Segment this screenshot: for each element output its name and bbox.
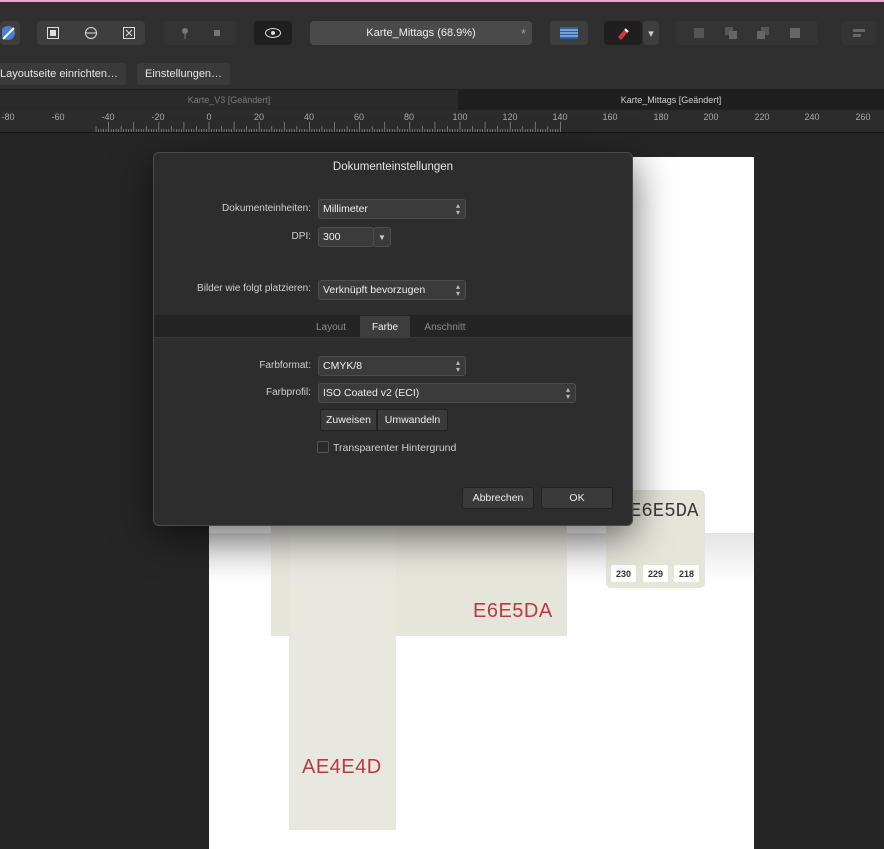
tab-anschnitt[interactable]: Anschnitt xyxy=(416,316,474,338)
rgb-green-value: 229 xyxy=(643,565,668,582)
dpi-label: DPI: xyxy=(291,231,311,242)
ruler-label: 20 xyxy=(253,112,265,122)
pin-icon[interactable] xyxy=(180,27,190,39)
ruler-label: 140 xyxy=(552,112,568,122)
move-forward-icon[interactable] xyxy=(756,26,770,40)
units-select[interactable]: Millimeter ▴ ▾ xyxy=(318,199,466,219)
preview-mode-icon[interactable] xyxy=(254,21,292,45)
context-toolbar: Layoutseite einrichten… Einstellungen… xyxy=(0,60,884,90)
stepper-icon: ▴ ▾ xyxy=(455,282,460,298)
ruler-label: 40 xyxy=(303,112,315,122)
clip-view-icon[interactable] xyxy=(122,26,136,40)
move-front-icon[interactable] xyxy=(788,26,802,40)
ruler-label: 160 xyxy=(602,112,618,122)
dpi-dropdown-chevron-icon[interactable]: ▼ xyxy=(373,227,391,247)
ruler-ticks xyxy=(95,122,561,132)
ruler-label: 120 xyxy=(502,112,518,122)
color-picker-icon[interactable] xyxy=(0,21,20,45)
horizontal-ruler[interactable]: -80 -60 -40 -20 0 20 40 60 80 100 120 14… xyxy=(0,110,884,133)
document-tabs: Karte_V3 [Geändert] Karte_Mittags [Geänd… xyxy=(0,90,884,110)
place-images-label: Bilder wie folgt platzieren: xyxy=(197,283,311,294)
layout-page-button[interactable]: Layoutseite einrichten… xyxy=(0,63,127,85)
units-label: Dokumenteinheiten: xyxy=(222,203,311,214)
baseline-grid-icon[interactable] xyxy=(550,21,588,45)
square-icon[interactable] xyxy=(214,30,220,36)
place-images-value: Verknüpft bevorzugen xyxy=(323,284,426,296)
tab-farbe[interactable]: Farbe xyxy=(360,316,410,338)
document-title-field[interactable]: Karte_Mittags (68.9%) * xyxy=(310,21,532,45)
toolbar: Karte_Mittags (68.9%) * ▾ xyxy=(0,2,884,60)
rgb-blue-value: 218 xyxy=(674,565,699,582)
pin-group xyxy=(164,21,236,45)
transparent-background-label: Transparenter Hintergrund xyxy=(333,442,457,454)
tab-layout[interactable]: Layout xyxy=(307,316,355,338)
arrange-group xyxy=(676,21,818,45)
rgb-red-value: 230 xyxy=(611,565,636,582)
dialog-tabstrip: Layout Farbe Anschnitt xyxy=(154,315,632,338)
ruler-label: 240 xyxy=(804,112,820,122)
units-value: Millimeter xyxy=(323,203,368,215)
ruler-label: 180 xyxy=(653,112,669,122)
place-images-select[interactable]: Verknüpft bevorzugen ▴ ▾ xyxy=(318,280,466,300)
ruler-label: 60 xyxy=(353,112,365,122)
ruler-label: -20 xyxy=(151,112,165,122)
ruler-label: 80 xyxy=(403,112,415,122)
tab-karte-mittags[interactable]: Karte_Mittags [Geändert] xyxy=(458,90,884,110)
ruler-label: 200 xyxy=(703,112,719,122)
ruler-label: -60 xyxy=(51,112,65,122)
ruler-label: -80 xyxy=(1,112,15,122)
convert-button[interactable]: Umwandeln xyxy=(377,409,448,431)
cancel-button[interactable]: Abbrechen xyxy=(462,487,534,509)
color-profile-select[interactable]: ISO Coated v2 (ECI) ▴ ▾ xyxy=(318,383,576,403)
snapping-magnet-icon[interactable] xyxy=(604,21,642,45)
modified-marker: * xyxy=(520,26,526,41)
color-format-value: CMYK/8 xyxy=(323,360,363,372)
ruler-label: 220 xyxy=(754,112,770,122)
tab-karte-v3[interactable]: Karte_V3 [Geändert] xyxy=(0,90,458,110)
color-format-select[interactable]: CMYK/8 ▴ ▾ xyxy=(318,356,466,376)
color-profile-label: Farbprofil: xyxy=(265,387,311,398)
color-profile-value: ISO Coated v2 (ECI) xyxy=(323,387,420,399)
display-mode-group xyxy=(37,21,145,45)
swatch-hex-code: E6E5DA xyxy=(630,500,699,522)
settings-button[interactable]: Einstellungen… xyxy=(137,63,231,85)
assign-button[interactable]: Zuweisen xyxy=(320,409,377,431)
ruler-label: 260 xyxy=(855,112,871,122)
ruler-label: 0 xyxy=(206,112,212,122)
ok-button[interactable]: OK xyxy=(541,487,613,509)
align-icon[interactable] xyxy=(842,21,876,45)
dpi-value: 300 xyxy=(323,231,341,243)
hex-label-ae4e4d: AE4E4D xyxy=(302,756,382,778)
document-title: Karte_Mittags (68.9%) xyxy=(366,27,476,39)
ruler-label: -40 xyxy=(101,112,115,122)
wireframe-view-icon[interactable] xyxy=(84,26,98,40)
normal-view-icon[interactable] xyxy=(46,26,60,40)
swatch-block-tall[interactable] xyxy=(289,513,396,830)
stepper-icon: ▴ ▾ xyxy=(565,385,570,401)
move-backward-icon[interactable] xyxy=(724,26,738,40)
hex-label-e6e5da: E6E5DA xyxy=(473,600,553,622)
document-settings-dialog: Dokumenteinstellungen Dokumenteinheiten:… xyxy=(153,152,633,526)
stepper-icon: ▴ ▾ xyxy=(455,358,460,374)
dialog-title: Dokumenteinstellungen xyxy=(332,161,454,173)
dpi-input[interactable]: 300 xyxy=(318,227,374,247)
snapping-options-chevron-icon[interactable]: ▾ xyxy=(643,21,659,45)
move-back-icon[interactable] xyxy=(692,26,706,40)
color-format-label: Farbformat: xyxy=(259,360,311,371)
ruler-label: 100 xyxy=(452,112,468,122)
stepper-icon: ▴ ▾ xyxy=(455,201,460,217)
transparent-background-checkbox[interactable] xyxy=(317,441,329,453)
